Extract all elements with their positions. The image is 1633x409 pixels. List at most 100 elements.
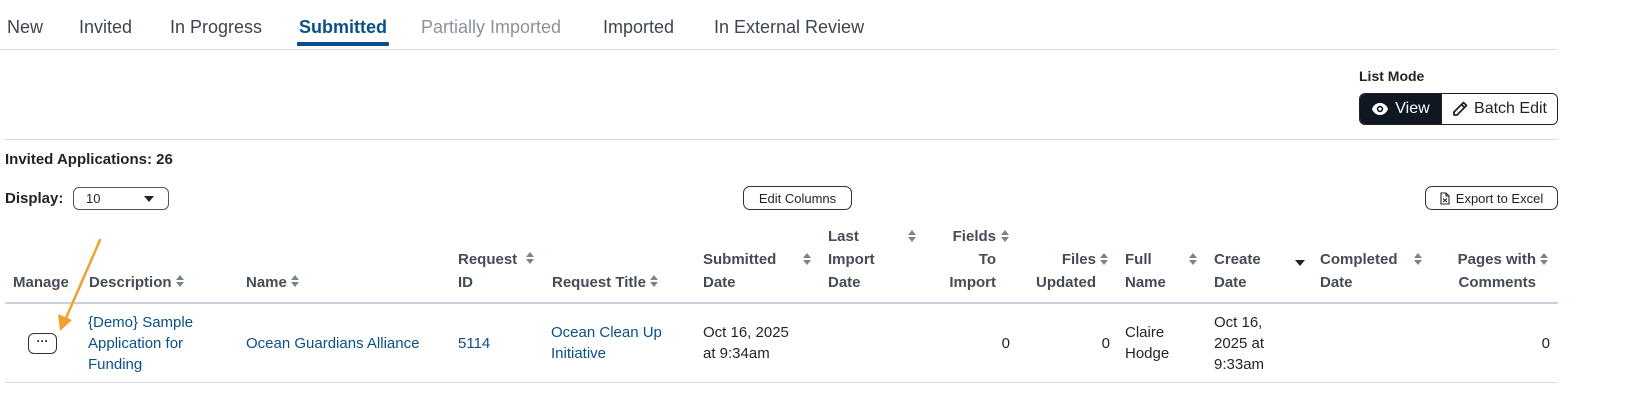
- submitted-date-cell: Oct 16, 2025 at 9:34am: [703, 322, 789, 364]
- section-divider: [5, 139, 1558, 140]
- full-name-header-line-2: Name: [1125, 274, 1166, 291]
- list-mode-label: List Mode: [1359, 68, 1425, 84]
- files-header-line-1: Files: [1061, 251, 1096, 268]
- request-id-link[interactable]: 5114: [458, 333, 490, 354]
- request-id-header-line-1: Request: [458, 251, 518, 268]
- applications-count: Invited Applications: 26: [5, 151, 173, 168]
- manage-row-button[interactable]: ···: [28, 333, 57, 354]
- request-id-header-line-2: ID: [458, 274, 473, 291]
- description-link[interactable]: {Demo} Sample Application for Funding: [88, 312, 193, 375]
- row-divider: [5, 382, 1558, 383]
- tab-new[interactable]: New: [7, 17, 43, 38]
- column-header-description[interactable]: Description: [89, 271, 184, 294]
- pages-with-comments-cell: 0: [1541, 335, 1550, 352]
- table-header-divider: [5, 302, 1558, 304]
- create-date-header-line-2: Date: [1214, 274, 1247, 291]
- sort-descending-icon[interactable]: [1295, 260, 1305, 266]
- fields-header-line-3: Import: [949, 274, 996, 291]
- sort-icon[interactable]: [908, 230, 916, 244]
- files-header-line-2: Updated: [1036, 274, 1096, 291]
- column-header-request-id[interactable]: Request ID: [458, 248, 535, 294]
- sort-icon[interactable]: [1001, 230, 1009, 244]
- full-name-header-line-1: Full: [1125, 251, 1152, 268]
- edit-columns-button[interactable]: Edit Columns: [743, 186, 852, 210]
- fields-header-line-1: Fields: [952, 228, 996, 245]
- request-title-header-label: Request Title: [552, 274, 646, 291]
- sort-icon[interactable]: [1189, 253, 1197, 267]
- batch-edit-mode-button[interactable]: Batch Edit: [1441, 94, 1557, 124]
- full-name-cell: Claire Hodge: [1125, 322, 1169, 364]
- name-header-label: Name: [246, 274, 287, 291]
- sort-icon[interactable]: [803, 253, 811, 267]
- sort-icon: [526, 252, 535, 266]
- description-line: Application for: [88, 335, 184, 352]
- completed-header-line-2: Date: [1320, 274, 1353, 291]
- create-date-line: 2025 at: [1214, 335, 1265, 352]
- column-header-name[interactable]: Name: [246, 271, 299, 294]
- pages-header-line-1: Pages with: [1457, 251, 1536, 268]
- submitted-date-line: at 9:34am: [703, 345, 770, 362]
- list-mode-toggle: View Batch Edit: [1359, 93, 1558, 125]
- page-size-value: 10: [86, 191, 101, 206]
- active-tab-indicator: [297, 42, 389, 46]
- display-label: Display:: [5, 190, 64, 207]
- sort-icon[interactable]: [1414, 253, 1422, 267]
- column-header-request-title[interactable]: Request Title: [552, 271, 658, 294]
- column-header-submitted-date[interactable]: Submitted Date: [703, 248, 776, 294]
- last-import-header-line-3: Date: [828, 274, 861, 291]
- status-tabs: New Invited In Progress Submitted Partia…: [0, 0, 1558, 50]
- pencil-icon: [1453, 101, 1468, 116]
- description-line: Funding: [88, 356, 143, 373]
- organization-name-link[interactable]: Ocean Guardians Alliance: [246, 333, 419, 354]
- submitted-date-line: Oct 16, 2025: [703, 324, 789, 341]
- batch-edit-label: Batch Edit: [1474, 100, 1547, 117]
- request-title-line: Ocean Clean Up: [551, 324, 662, 341]
- column-header-create-date[interactable]: Create Date: [1214, 248, 1261, 294]
- full-name-line: Hodge: [1125, 345, 1170, 362]
- column-header-completed-date[interactable]: Completed Date: [1320, 248, 1398, 294]
- pages-header-line-2: Comments: [1458, 274, 1536, 291]
- view-mode-button[interactable]: View: [1360, 94, 1441, 124]
- column-header-manage: Manage: [13, 274, 69, 291]
- column-header-fields-to-import[interactable]: Fields To Import: [936, 225, 996, 294]
- export-label: Export to Excel: [1455, 190, 1544, 206]
- sort-icon: [290, 275, 299, 289]
- completed-header-line-1: Completed: [1320, 251, 1398, 268]
- create-date-line: Oct 16,: [1214, 314, 1263, 331]
- tab-imported[interactable]: Imported: [603, 17, 674, 38]
- request-title-link[interactable]: Ocean Clean Up Initiative: [551, 322, 662, 364]
- description-header-label: Description: [89, 274, 172, 291]
- tab-in-progress[interactable]: In Progress: [170, 17, 262, 38]
- last-import-header-line-2: Import: [828, 251, 875, 268]
- sort-icon: [649, 275, 658, 289]
- fields-to-import-cell: 0: [1001, 335, 1010, 352]
- tab-submitted[interactable]: Submitted: [299, 17, 387, 38]
- sort-icon[interactable]: [1540, 253, 1548, 267]
- column-header-pages-with-comments[interactable]: Pages with Comments: [1440, 248, 1536, 294]
- file-excel-icon: [1440, 191, 1450, 205]
- fields-header-line-2: To: [978, 251, 996, 268]
- create-date-cell: Oct 16, 2025 at 9:33am: [1214, 312, 1264, 375]
- sort-icon: [175, 275, 184, 289]
- caret-down-icon: [144, 196, 154, 202]
- column-header-files-updated[interactable]: Files Updated: [1020, 248, 1096, 294]
- description-line: {Demo} Sample: [88, 314, 194, 331]
- request-title-line: Initiative: [551, 345, 607, 362]
- view-mode-label: View: [1395, 100, 1430, 117]
- last-import-header-line-1: Last: [828, 228, 859, 245]
- page-size-select[interactable]: 10: [73, 187, 169, 210]
- tab-partially-imported[interactable]: Partially Imported: [421, 17, 561, 38]
- full-name-line: Claire: [1125, 324, 1165, 341]
- eye-icon: [1372, 103, 1389, 115]
- submitted-header-line-1: Submitted: [703, 251, 777, 268]
- sort-icon[interactable]: [1100, 253, 1108, 267]
- create-date-line: 9:33am: [1214, 356, 1265, 373]
- submitted-header-line-2: Date: [703, 274, 736, 291]
- files-updated-cell: 0: [1101, 335, 1110, 352]
- tab-invited[interactable]: Invited: [79, 17, 132, 38]
- column-header-last-import-date[interactable]: Last Import Date: [828, 225, 875, 294]
- column-header-full-name[interactable]: Full Name: [1125, 248, 1166, 294]
- tab-in-external-review[interactable]: In External Review: [714, 17, 864, 38]
- create-date-header-line-1: Create: [1214, 251, 1261, 268]
- export-to-excel-button[interactable]: Export to Excel: [1425, 186, 1558, 210]
